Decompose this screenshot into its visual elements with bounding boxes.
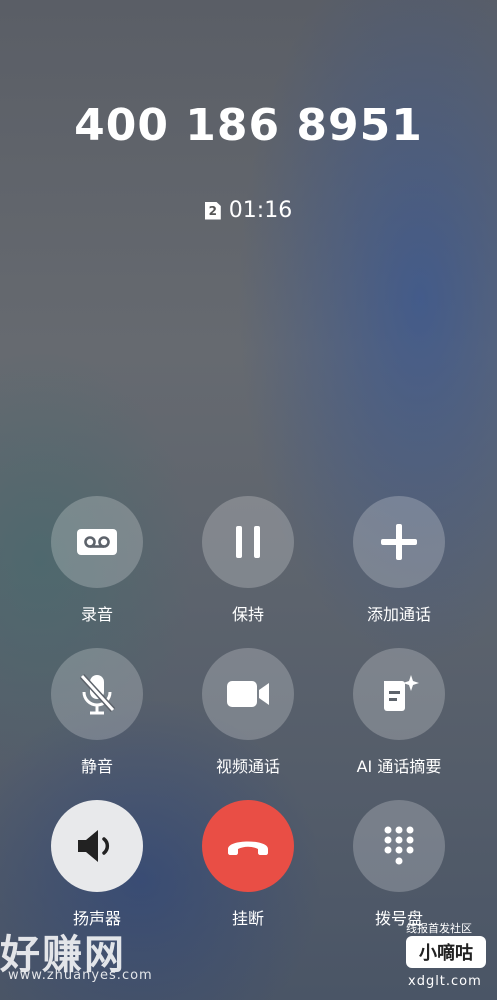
call-controls: 录音 保持 添加通话 静音 视频通话 AI 通话摘要 扬声器 挂断 拨号盘 (0, 0, 497, 1000)
video-call-button[interactable]: 视频通话 (178, 648, 318, 777)
mute-label: 静音 (80, 757, 113, 776)
watermark-url-right: xdglt.com (408, 974, 482, 989)
plus-icon (381, 524, 417, 560)
hold-button[interactable]: 保持 (178, 496, 318, 625)
hang-up-button[interactable]: 挂断 (178, 800, 318, 929)
mic-off-icon (79, 673, 116, 715)
speaker-icon (78, 830, 110, 862)
speaker-button[interactable]: 扬声器 (27, 800, 167, 929)
pause-icon (236, 526, 260, 558)
mute-button[interactable]: 静音 (27, 648, 167, 777)
ai-summary-label: AI 通话摘要 (356, 757, 442, 776)
dialpad-icon (384, 826, 414, 865)
record-icon (77, 529, 117, 555)
record-button[interactable]: 录音 (27, 496, 167, 625)
dialpad-button[interactable]: 拨号盘 (329, 800, 469, 929)
hang-up-label: 挂断 (231, 909, 264, 928)
video-camera-icon (227, 681, 269, 707)
ai-summary-icon (384, 675, 419, 711)
hold-label: 保持 (231, 605, 264, 624)
add-call-label: 添加通话 (366, 605, 431, 624)
add-call-button[interactable]: 添加通话 (329, 496, 469, 625)
ai-summary-button[interactable]: AI 通话摘要 (329, 648, 469, 777)
video-call-label: 视频通话 (215, 757, 280, 776)
watermark-tagline-right: 线报首发社区 (406, 922, 472, 935)
watermark-logo-right: 小嘀咕 (406, 936, 486, 968)
watermark-url-left: www.zhuanyes.com (8, 968, 153, 983)
record-label: 录音 (80, 605, 113, 624)
hang-up-icon (228, 841, 268, 855)
